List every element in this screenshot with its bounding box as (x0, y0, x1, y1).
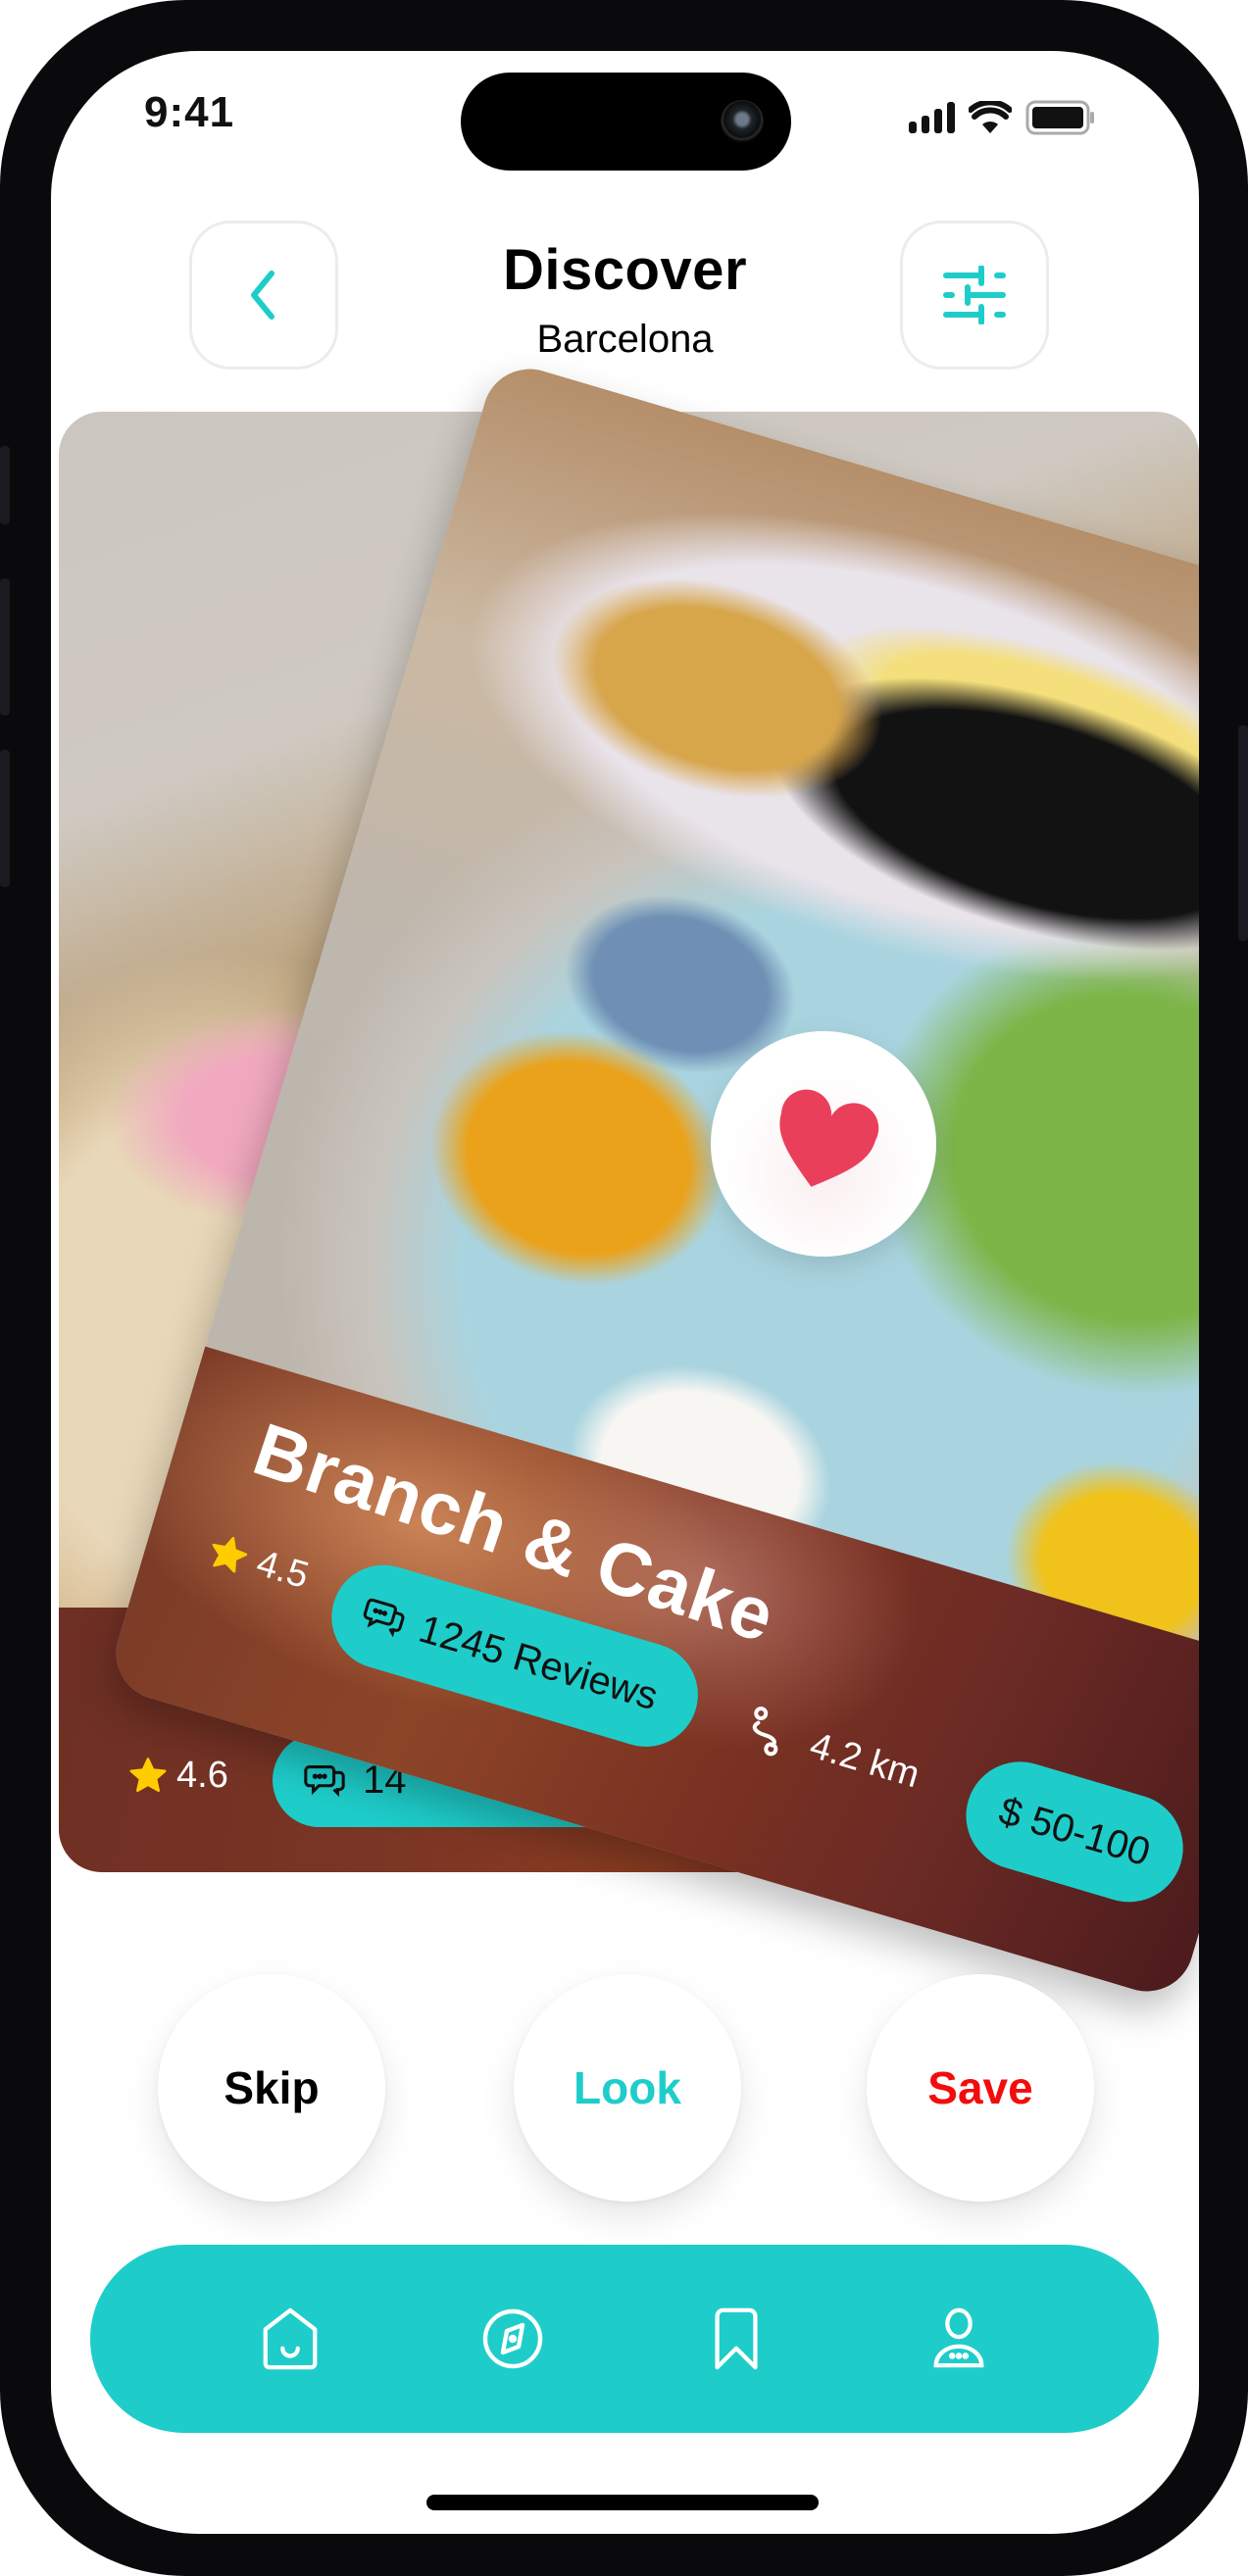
look-button[interactable]: Look (514, 1974, 741, 2202)
star-icon (129, 1757, 167, 1792)
sliders-icon (943, 266, 1006, 324)
rating-value: 4.6 (176, 1755, 228, 1796)
volume-up-button (0, 578, 10, 716)
home-icon (263, 2307, 318, 2370)
distance: 4.2 km (740, 1704, 924, 1800)
camera-icon (721, 100, 764, 143)
bottom-nav (90, 2245, 1159, 2433)
distance-value: 4.2 km (805, 1724, 924, 1796)
phone-frame: 9:41 Discover Barcelona 4.6 14 Branch & … (0, 0, 1248, 2576)
card-info-panel: Branch & Cake 4.5 1245 Reviews 4.2 km $ … (104, 1346, 1199, 2004)
favorite-button[interactable] (711, 1031, 936, 1257)
nav-saved[interactable] (692, 2295, 780, 2383)
volume-down-button (0, 750, 10, 887)
status-time: 9:41 (144, 88, 235, 136)
price-range-chip: $ 50-100 (953, 1749, 1196, 1915)
home-indicator[interactable] (426, 2495, 819, 2510)
power-button (1238, 725, 1248, 941)
rating: 4.6 (127, 1755, 228, 1797)
chat-bubbles-icon (363, 1598, 405, 1638)
heart-icon (779, 1089, 879, 1187)
filter-button[interactable] (900, 221, 1049, 370)
action-button (0, 446, 10, 524)
nav-explore[interactable] (469, 2295, 557, 2383)
save-button[interactable]: Save (867, 1974, 1094, 2202)
signal-icon (909, 102, 955, 133)
skip-button[interactable]: Skip (158, 1974, 385, 2202)
status-icons (909, 100, 1096, 135)
rating-value: 4.5 (251, 1542, 314, 1598)
nav-profile[interactable] (915, 2295, 1003, 2383)
user-icon (933, 2307, 984, 2368)
battery-icon (1025, 100, 1094, 135)
dynamic-island (461, 73, 791, 171)
route-icon (752, 1707, 778, 1757)
wifi-icon (969, 101, 1012, 133)
star-icon (212, 1536, 248, 1572)
reviews-count: 1245 Reviews (414, 1607, 664, 1718)
chat-bubbles-icon (304, 1765, 345, 1798)
screen: 9:41 Discover Barcelona 4.6 14 Branch & … (51, 51, 1199, 2534)
rating: 4.5 (203, 1528, 314, 1598)
bookmark-icon (715, 2307, 758, 2370)
nav-home[interactable] (246, 2295, 334, 2383)
compass-icon (483, 2308, 543, 2369)
